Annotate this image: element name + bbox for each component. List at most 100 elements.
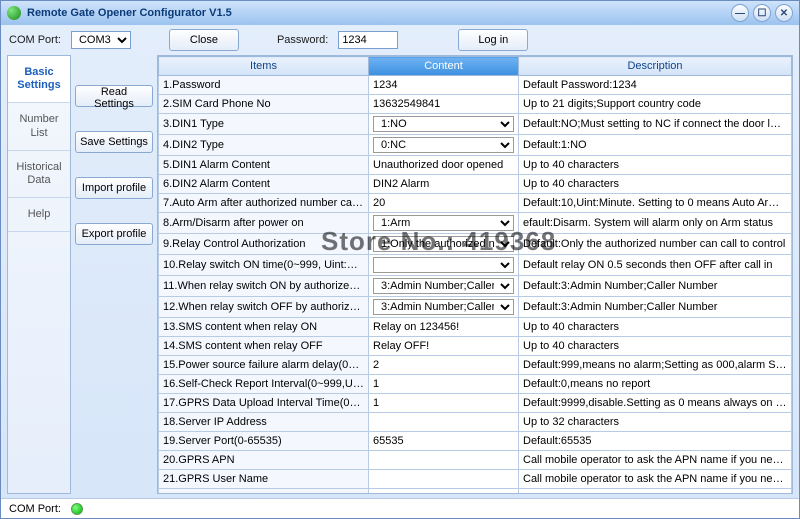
table-row: 8.Arm/Disarm after power on1:Arm efault:D… bbox=[159, 213, 792, 234]
maximize-button[interactable]: ☐ bbox=[753, 4, 771, 22]
login-button[interactable]: Log in bbox=[458, 29, 528, 51]
table-row: 19.Server Port(0-65535)65535Default:6553… bbox=[159, 432, 792, 451]
setting-description: Default relay ON 0.5 seconds then OFF af… bbox=[519, 255, 792, 276]
setting-item-label: 11.When relay switch ON by authorized nu… bbox=[159, 276, 369, 297]
col-content[interactable]: Content bbox=[369, 57, 519, 76]
setting-content-cell[interactable]: 65535 bbox=[369, 432, 519, 451]
setting-content-cell[interactable]: 1 bbox=[369, 375, 519, 394]
main-area: BasicSettingsNumberListHistoricalDataHel… bbox=[1, 55, 799, 498]
status-led-icon bbox=[71, 503, 83, 515]
setting-item-label: 14.SMS content when relay OFF bbox=[159, 337, 369, 356]
setting-content-cell[interactable] bbox=[369, 413, 519, 432]
setting-content-cell[interactable]: 13632549841 bbox=[369, 95, 519, 114]
comport-label: COM Port: bbox=[9, 34, 61, 46]
side-tabs: BasicSettingsNumberListHistoricalDataHel… bbox=[7, 55, 71, 494]
toolbar: COM Port: COM3 Close Password: Log in bbox=[1, 25, 799, 55]
table-row: 9.Relay Control Authorization1:Only the … bbox=[159, 234, 792, 255]
save-settings-button[interactable]: Save Settings bbox=[75, 131, 153, 153]
table-row: 3.DIN1 Type1:NODefault:NO;Must setting t… bbox=[159, 114, 792, 135]
col-items[interactable]: Items bbox=[159, 57, 369, 76]
table-row: 5.DIN1 Alarm ContentUnauthorized door op… bbox=[159, 156, 792, 175]
table-row: 13.SMS content when relay ONRelay on 123… bbox=[159, 318, 792, 337]
setting-select[interactable]: 3:Admin Number;Caller Number bbox=[373, 278, 514, 294]
setting-content-cell[interactable]: Unauthorized door opened bbox=[369, 156, 519, 175]
setting-content-cell[interactable]: 2 bbox=[369, 356, 519, 375]
table-row: 4.DIN2 Type0:NC Default:1:NO bbox=[159, 135, 792, 156]
setting-item-label: 21.GPRS User Name bbox=[159, 470, 369, 489]
sidetab-0[interactable]: BasicSettings bbox=[8, 56, 70, 103]
setting-description: Default:10,Uint:Minute. Setting to 0 mea… bbox=[519, 194, 792, 213]
password-input[interactable] bbox=[338, 31, 398, 49]
setting-content-cell[interactable]: DIN2 Alarm bbox=[369, 175, 519, 194]
table-row: 6.DIN2 Alarm ContentDIN2 AlarmUp to 40 c… bbox=[159, 175, 792, 194]
setting-select[interactable]: 0:NC bbox=[373, 137, 514, 153]
setting-item-label: 16.Self-Check Report Interval(0~999,Unit… bbox=[159, 375, 369, 394]
setting-content-cell[interactable]: 3:Admin Number;Caller Number bbox=[369, 297, 519, 318]
setting-description: Call mobile operator to ask the APN name… bbox=[519, 470, 792, 489]
window-title: Remote Gate Opener Configurator V1.5 bbox=[27, 7, 232, 19]
setting-content-cell[interactable] bbox=[369, 489, 519, 495]
setting-select[interactable] bbox=[373, 257, 514, 273]
comport-select[interactable]: COM3 bbox=[71, 31, 131, 49]
setting-select[interactable]: 1:NO bbox=[373, 116, 514, 132]
password-label: Password: bbox=[277, 34, 328, 46]
setting-description: Call mobile operator to ask the APN name… bbox=[519, 451, 792, 470]
setting-content-cell[interactable] bbox=[369, 451, 519, 470]
export-profile-button[interactable]: Export profile bbox=[75, 223, 153, 245]
col-description[interactable]: Description bbox=[519, 57, 792, 76]
setting-content-cell[interactable]: Relay OFF! bbox=[369, 337, 519, 356]
setting-select[interactable]: 1:Arm bbox=[373, 215, 514, 231]
setting-description: Default:65535 bbox=[519, 432, 792, 451]
setting-item-label: 8.Arm/Disarm after power on bbox=[159, 213, 369, 234]
table-row: 20.GPRS APN Call mobile operator to ask t… bbox=[159, 451, 792, 470]
titlebar: Remote Gate Opener Configurator V1.5 — ☐… bbox=[1, 1, 799, 25]
setting-description: Up to 40 characters bbox=[519, 337, 792, 356]
setting-item-label: 4.DIN2 Type bbox=[159, 135, 369, 156]
sidetab-3[interactable]: Help bbox=[8, 198, 70, 232]
setting-content-cell[interactable]: 20 bbox=[369, 194, 519, 213]
setting-item-label: 9.Relay Control Authorization bbox=[159, 234, 369, 255]
setting-description: Up to 40 characters bbox=[519, 156, 792, 175]
import-profile-button[interactable]: Import profile bbox=[75, 177, 153, 199]
setting-content-cell[interactable]: Relay on 123456! bbox=[369, 318, 519, 337]
setting-content-cell[interactable]: 1234 bbox=[369, 76, 519, 95]
setting-content-cell[interactable]: 1:Arm bbox=[369, 213, 519, 234]
table-row: 17.GPRS Data Upload Interval Time(0-9999… bbox=[159, 394, 792, 413]
setting-description: efault:Disarm. System will alarm only on… bbox=[519, 213, 792, 234]
setting-item-label: 13.SMS content when relay ON bbox=[159, 318, 369, 337]
setting-item-label: 2.SIM Card Phone No bbox=[159, 95, 369, 114]
setting-select[interactable]: 3:Admin Number;Caller Number bbox=[373, 299, 514, 315]
sidetab-2[interactable]: HistoricalData bbox=[8, 151, 70, 198]
table-row: 1.Password1234Default Password:1234 bbox=[159, 76, 792, 95]
setting-content-cell[interactable]: 1 bbox=[369, 394, 519, 413]
table-row: 2.SIM Card Phone No13632549841Up to 21 d… bbox=[159, 95, 792, 114]
setting-item-label: 10.Relay switch ON time(0~999, Uint:Seco… bbox=[159, 255, 369, 276]
minimize-button[interactable]: — bbox=[731, 4, 749, 22]
setting-description: Default:3:Admin Number;Caller Number bbox=[519, 297, 792, 318]
table-row: 18.Server IP AddressUp to 32 characters bbox=[159, 413, 792, 432]
setting-item-label: 3.DIN1 Type bbox=[159, 114, 369, 135]
setting-content-cell[interactable]: 1:Only the authorized number can ca bbox=[369, 234, 519, 255]
app-icon bbox=[7, 6, 21, 20]
close-window-button[interactable]: ✕ bbox=[775, 4, 793, 22]
status-comport-label: COM Port: bbox=[9, 503, 61, 515]
setting-content-cell[interactable]: 1:NO bbox=[369, 114, 519, 135]
setting-content-cell[interactable]: 0:NC bbox=[369, 135, 519, 156]
table-row: 11.When relay switch ON by authorized nu… bbox=[159, 276, 792, 297]
setting-description: Default:9999,disable.Setting as 0 means … bbox=[519, 394, 792, 413]
close-button[interactable]: Close bbox=[169, 29, 239, 51]
setting-item-label: 1.Password bbox=[159, 76, 369, 95]
setting-content-cell[interactable] bbox=[369, 470, 519, 489]
table-row: 14.SMS content when relay OFFRelay OFF!U… bbox=[159, 337, 792, 356]
setting-select[interactable]: 1:Only the authorized number can ca bbox=[373, 236, 514, 252]
setting-item-label: 15.Power source failure alarm delay(0~99… bbox=[159, 356, 369, 375]
read-settings-button[interactable]: Read Settings bbox=[75, 85, 153, 107]
sidetab-1[interactable]: NumberList bbox=[8, 103, 70, 150]
setting-description: Default:Only the authorized number can c… bbox=[519, 234, 792, 255]
setting-item-label: 20.GPRS APN bbox=[159, 451, 369, 470]
setting-content-cell[interactable]: 3:Admin Number;Caller Number bbox=[369, 276, 519, 297]
setting-description: Default:1:NO bbox=[519, 135, 792, 156]
setting-item-label: 6.DIN2 Alarm Content bbox=[159, 175, 369, 194]
setting-content-cell[interactable] bbox=[369, 255, 519, 276]
setting-description: Default:3:Admin Number;Caller Number bbox=[519, 276, 792, 297]
